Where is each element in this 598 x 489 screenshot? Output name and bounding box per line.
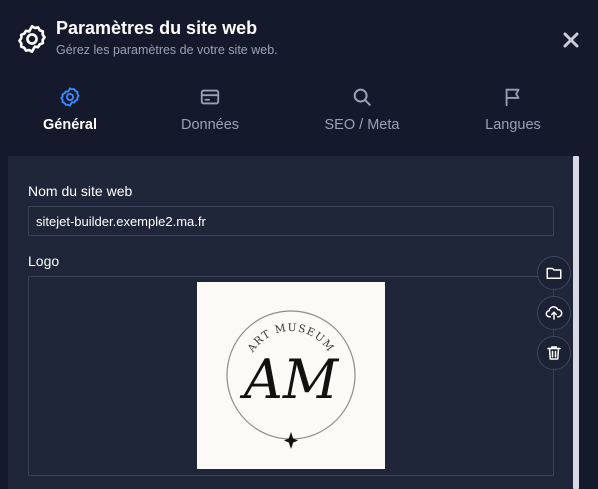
folder-icon	[546, 267, 562, 279]
browse-files-button[interactable]	[537, 256, 571, 290]
tab-general-label: Général	[43, 117, 97, 133]
tab-langues[interactable]: Langues	[463, 78, 563, 148]
delete-logo-button[interactable]	[537, 336, 571, 370]
logo-image: ART MUSEUM AM	[197, 282, 385, 469]
card-icon	[200, 89, 220, 105]
logo-label: Logo	[28, 253, 60, 269]
tab-bar: Général Données SEO / Meta Langues	[0, 78, 598, 148]
gear-icon	[60, 87, 80, 107]
trash-icon	[547, 346, 561, 360]
flag-icon	[505, 88, 520, 107]
dialog-subtitle: Gérez les paramètres de votre site web.	[56, 43, 278, 57]
dialog-header: Paramètres du site web Gérez les paramèt…	[0, 0, 598, 78]
tab-general[interactable]: Général	[20, 78, 120, 148]
tab-donnees-label: Données	[180, 117, 240, 133]
upload-icon	[545, 306, 563, 320]
site-name-label: Nom du site web	[28, 183, 133, 199]
tab-donnees[interactable]: Données	[160, 78, 260, 148]
dialog-title: Paramètres du site web	[56, 18, 258, 38]
close-icon[interactable]	[560, 29, 582, 51]
tab-seo-meta[interactable]: SEO / Meta	[302, 78, 422, 148]
logo-monogram: AM	[239, 348, 340, 411]
site-name-input[interactable]	[28, 206, 554, 236]
search-icon	[353, 88, 371, 106]
scrollbar[interactable]	[573, 156, 579, 489]
tab-seo-meta-label: SEO / Meta	[324, 117, 400, 133]
gear-icon	[18, 25, 46, 53]
tab-langues-label: Langues	[485, 117, 541, 133]
upload-button[interactable]	[537, 296, 571, 330]
